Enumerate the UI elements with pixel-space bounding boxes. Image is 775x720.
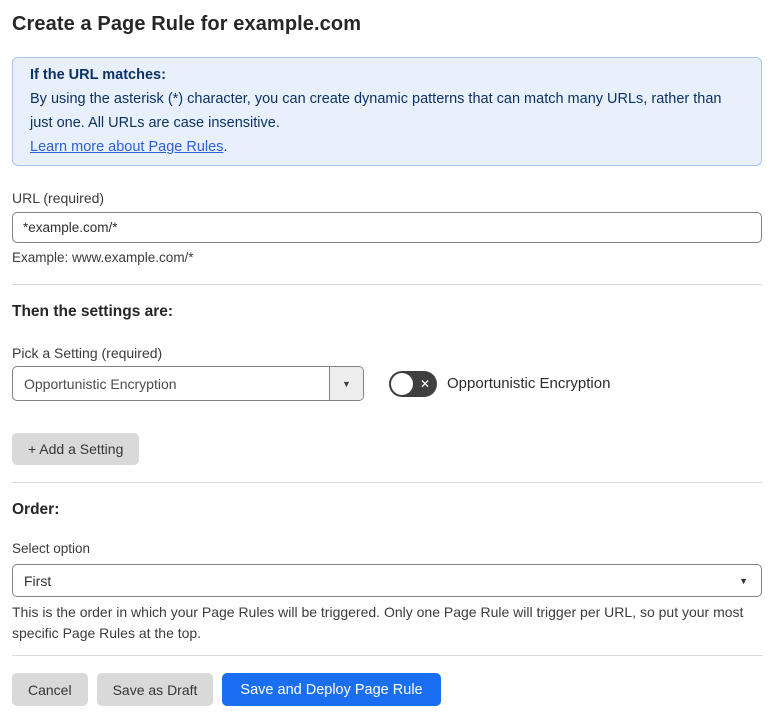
url-matches-info-box: If the URL matches: By using the asteris… <box>12 57 762 166</box>
save-draft-button[interactable]: Save as Draft <box>96 673 214 706</box>
order-helper-text: This is the order in which your Page Rul… <box>12 604 744 641</box>
toggle-off-x-icon: ✕ <box>419 376 430 391</box>
form-actions: Cancel Save as Draft Save and Deploy Pag… <box>12 673 762 706</box>
toggle-label: Opportunistic Encryption <box>447 375 611 392</box>
toggle-knob <box>391 372 413 395</box>
link-suffix: . <box>223 139 228 155</box>
opportunistic-encryption-toggle[interactable]: ✕ <box>389 370 437 397</box>
page-title: Create a Page Rule for example.com <box>12 13 362 35</box>
settings-section-heading: Then the settings are: <box>12 303 174 320</box>
add-setting-button[interactable]: + Add a Setting <box>12 433 140 465</box>
url-field-label: URL (required) <box>12 190 105 206</box>
save-deploy-button[interactable]: Save and Deploy Page Rule <box>222 673 441 706</box>
setting-dropdown[interactable]: Opportunistic Encryption ▼ <box>12 366 364 401</box>
chevron-down-icon: ▼ <box>739 575 748 586</box>
setting-dropdown-button[interactable]: ▼ <box>329 367 363 400</box>
url-example-helper: Example: www.example.com/* <box>12 250 194 265</box>
divider <box>12 655 762 656</box>
pick-setting-label: Pick a Setting (required) <box>12 345 163 361</box>
setting-row: Opportunistic Encryption ▼ ✕ Opportunist… <box>12 366 762 401</box>
divider <box>12 284 762 285</box>
order-select[interactable]: First ▼ <box>12 564 762 597</box>
info-box-body: By using the asterisk (*) character, you… <box>30 91 722 131</box>
setting-dropdown-value: Opportunistic Encryption <box>24 375 177 392</box>
order-select-value: First <box>24 572 52 589</box>
url-input[interactable] <box>12 212 762 243</box>
select-option-label: Select option <box>12 541 91 556</box>
learn-more-link[interactable]: Learn more about Page Rules <box>30 139 223 155</box>
cancel-button[interactable]: Cancel <box>12 673 88 706</box>
order-section-heading: Order: <box>12 501 60 518</box>
divider <box>12 482 762 483</box>
info-box-link-line: Learn more about Page Rules. <box>30 135 744 159</box>
chevron-down-icon: ▼ <box>342 378 351 389</box>
info-box-heading: If the URL matches: <box>30 67 166 83</box>
create-page-rule-form: Create a Page Rule for example.com If th… <box>0 0 775 720</box>
